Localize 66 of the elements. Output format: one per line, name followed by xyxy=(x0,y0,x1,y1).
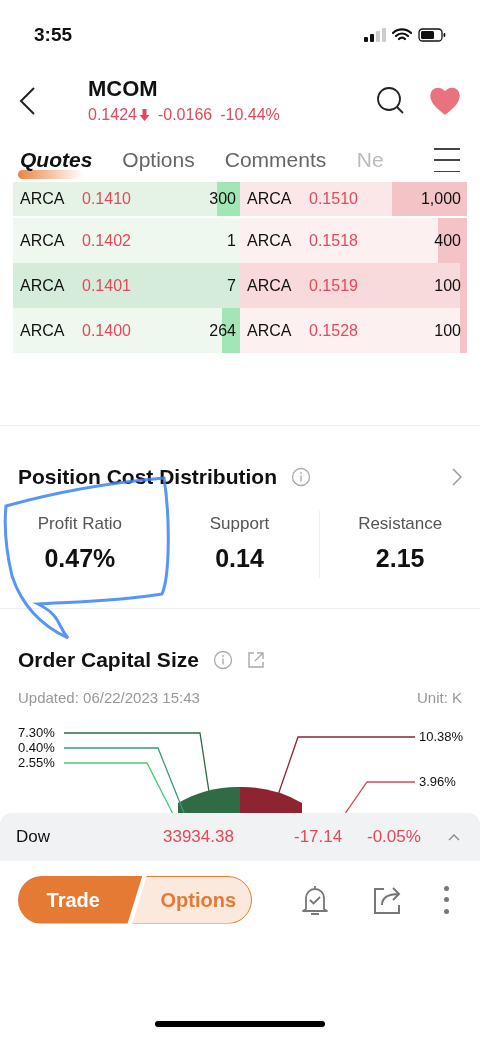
stat-label: Resistance xyxy=(358,512,443,535)
bid-size: 7 xyxy=(227,275,236,296)
ask-size: 400 xyxy=(434,230,461,251)
exchange-label: ARCA xyxy=(247,320,293,341)
index-change-percent: -0.05% xyxy=(367,825,421,848)
exchange-label: ARCA xyxy=(20,189,66,209)
bid-price: 0.1401 xyxy=(82,275,131,296)
exchange-label: ARCA xyxy=(247,189,293,209)
price-change: -0.0166 xyxy=(157,105,213,125)
bid-size: 300 xyxy=(209,189,236,209)
bid-price: 0.1400 xyxy=(82,320,131,341)
chart-label: 2.55% xyxy=(18,754,55,770)
stat-value: 2.15 xyxy=(375,543,425,574)
signal-icon xyxy=(364,28,386,42)
stat-label: Support xyxy=(209,512,270,535)
tab[interactable]: Quotes xyxy=(20,144,93,176)
index-name: Dow xyxy=(16,825,51,848)
bid-price: 0.1410 xyxy=(82,189,131,209)
stat-value: 0.14 xyxy=(215,543,264,574)
chevron-up-icon xyxy=(448,832,460,841)
battery-icon xyxy=(418,28,446,42)
tab[interactable]: Options xyxy=(122,144,195,176)
section-title: Order Capital Size xyxy=(18,647,199,674)
chart-label: 7.30% xyxy=(18,724,55,740)
updated-time: Updated: 06/22/2023 15:43 xyxy=(18,688,200,708)
ask-size: 100 xyxy=(434,320,461,341)
bid-size: 1 xyxy=(227,230,236,251)
bid-size: 264 xyxy=(209,320,236,341)
trade-button[interactable]: Trade xyxy=(18,875,143,924)
share-button[interactable] xyxy=(372,884,402,915)
ask-price: 0.1518 xyxy=(309,230,358,251)
more-button[interactable] xyxy=(442,885,450,914)
exchange-label: ARCA xyxy=(20,275,66,296)
ask-price: 0.1528 xyxy=(309,320,358,341)
share-icon[interactable] xyxy=(246,651,265,669)
exchange-label: ARCA xyxy=(20,230,66,251)
favorite-button[interactable] xyxy=(430,87,460,115)
stock-price: 0.1424 xyxy=(88,105,137,125)
ask-size: 1,000 xyxy=(420,189,461,209)
ask-price: 0.1510 xyxy=(309,189,358,209)
ask-size: 100 xyxy=(434,275,461,296)
price-change-percent: -10.44% xyxy=(220,105,280,125)
tab[interactable]: Comments xyxy=(224,144,327,176)
stat-label: Profit Ratio xyxy=(37,512,122,535)
chart-label: 3.96% xyxy=(419,773,456,789)
chart-label: 10.38% xyxy=(419,728,464,744)
exchange-label: ARCA xyxy=(20,320,66,341)
info-icon xyxy=(291,467,311,487)
exchange-label: ARCA xyxy=(247,230,293,251)
exchange-label: ARCA xyxy=(247,275,293,296)
search-button[interactable] xyxy=(376,86,406,116)
down-arrow-icon xyxy=(138,109,150,121)
index-change: -17.14 xyxy=(294,825,344,848)
index-value: 33934.38 xyxy=(163,825,235,848)
stat-value: 0.47% xyxy=(44,543,116,574)
stock-symbol: MCOM xyxy=(88,75,159,103)
chart-label: 0.40% xyxy=(18,739,55,755)
menu-button[interactable] xyxy=(434,148,460,172)
info-icon xyxy=(212,650,233,670)
wifi-icon xyxy=(392,28,412,42)
index-ticker-bar[interactable]: Dow 33934.38 -17.14 -0.05% xyxy=(0,812,480,861)
status-time: 3:55 xyxy=(34,22,73,47)
chevron-right-icon[interactable] xyxy=(452,468,462,486)
bid-price: 0.1402 xyxy=(82,230,131,251)
ask-price: 0.1519 xyxy=(309,275,358,296)
unit-label: Unit: K xyxy=(417,688,462,708)
